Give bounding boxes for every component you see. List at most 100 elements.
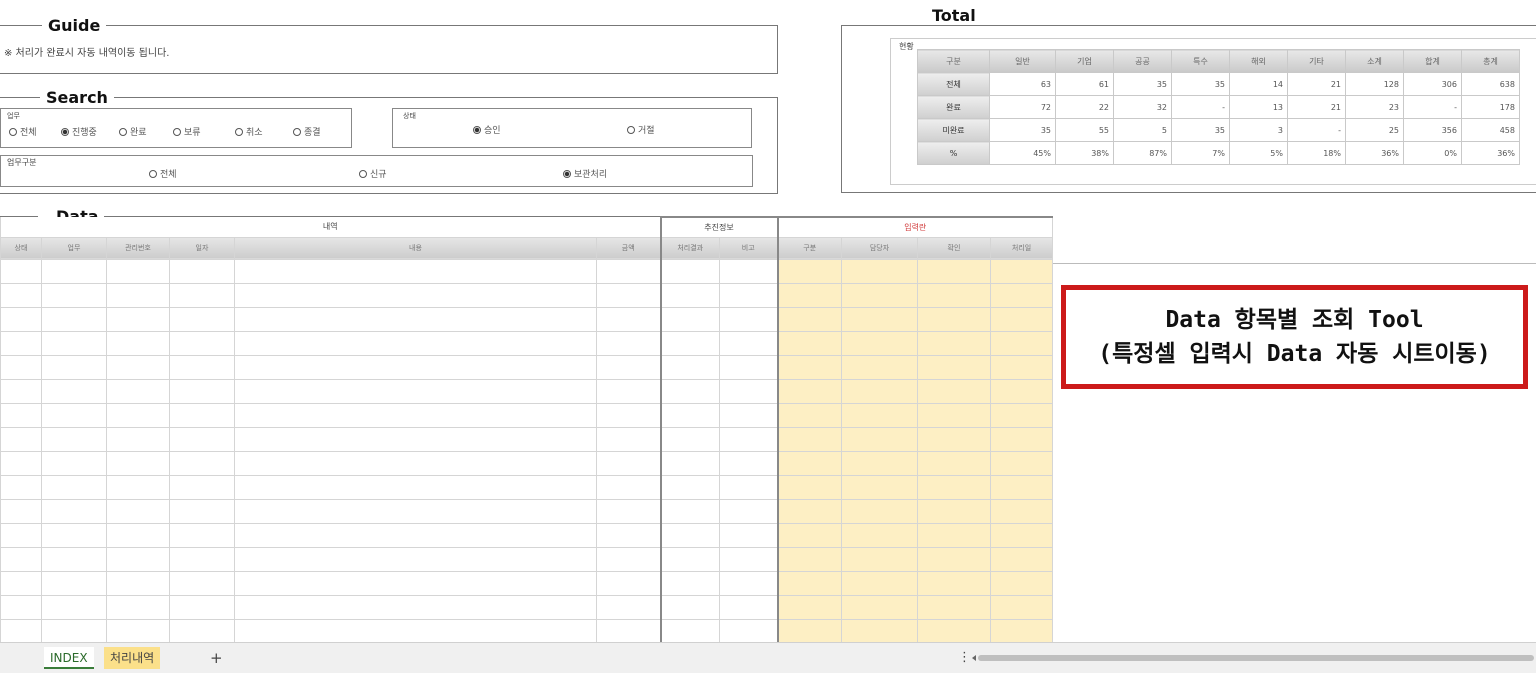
data-cell[interactable] <box>596 402 662 428</box>
data-cell[interactable] <box>169 546 235 572</box>
data-cell[interactable] <box>106 282 170 308</box>
data-cell[interactable] <box>41 594 107 620</box>
data-cell[interactable] <box>41 474 107 500</box>
data-cell[interactable] <box>719 546 779 572</box>
data-cell[interactable] <box>777 354 842 380</box>
data-cell[interactable] <box>777 282 842 308</box>
data-cell[interactable] <box>719 594 779 620</box>
horizontal-scrollbar[interactable] <box>972 655 1534 661</box>
data-cell[interactable] <box>917 450 991 476</box>
data-cell[interactable] <box>0 354 42 380</box>
data-cell[interactable] <box>917 282 991 308</box>
data-cell[interactable] <box>234 306 597 332</box>
data-cell[interactable] <box>41 426 107 452</box>
data-cell[interactable] <box>917 546 991 572</box>
total-cell[interactable]: 458 <box>1461 118 1520 142</box>
total-cell[interactable]: 306 <box>1403 72 1462 96</box>
data-cell[interactable] <box>596 618 662 644</box>
total-cell[interactable]: 25 <box>1345 118 1404 142</box>
data-cell[interactable] <box>990 450 1053 476</box>
data-cell[interactable] <box>777 450 842 476</box>
data-cell[interactable] <box>660 570 720 596</box>
data-cell[interactable] <box>106 474 170 500</box>
data-cell[interactable] <box>106 306 170 332</box>
data-cell[interactable] <box>169 306 235 332</box>
data-cell[interactable] <box>719 426 779 452</box>
data-cell[interactable] <box>917 474 991 500</box>
data-cell[interactable] <box>660 354 720 380</box>
data-cell[interactable] <box>106 330 170 356</box>
total-cell[interactable]: 35 <box>1171 72 1230 96</box>
data-cell[interactable] <box>917 426 991 452</box>
data-cell[interactable] <box>596 282 662 308</box>
data-cell[interactable] <box>660 450 720 476</box>
data-cell[interactable] <box>719 474 779 500</box>
data-cell[interactable] <box>234 282 597 308</box>
data-cell[interactable] <box>660 474 720 500</box>
data-cell[interactable] <box>777 618 842 644</box>
data-cell[interactable] <box>41 450 107 476</box>
data-cell[interactable] <box>660 402 720 428</box>
total-cell[interactable]: 22 <box>1055 95 1114 119</box>
data-cell[interactable] <box>169 450 235 476</box>
data-cell[interactable] <box>169 594 235 620</box>
data-cell[interactable] <box>777 474 842 500</box>
data-cell[interactable] <box>719 330 779 356</box>
data-cell[interactable] <box>990 354 1053 380</box>
data-cell[interactable] <box>841 522 918 548</box>
data-cell[interactable] <box>106 594 170 620</box>
data-cell[interactable] <box>0 618 42 644</box>
data-cell[interactable] <box>777 426 842 452</box>
data-cell[interactable] <box>596 594 662 620</box>
data-cell[interactable] <box>990 402 1053 428</box>
data-cell[interactable] <box>777 306 842 332</box>
data-cell[interactable] <box>169 618 235 644</box>
data-cell[interactable] <box>41 546 107 572</box>
data-cell[interactable] <box>169 522 235 548</box>
tab-index[interactable]: INDEX <box>44 647 94 669</box>
data-cell[interactable] <box>719 450 779 476</box>
data-cell[interactable] <box>990 306 1053 332</box>
data-cell[interactable] <box>234 426 597 452</box>
data-cell[interactable] <box>106 402 170 428</box>
data-cell[interactable] <box>990 570 1053 596</box>
data-cell[interactable] <box>234 498 597 524</box>
total-cell[interactable]: 7% <box>1171 141 1230 165</box>
data-cell[interactable] <box>777 522 842 548</box>
data-cell[interactable] <box>990 282 1053 308</box>
data-cell[interactable] <box>234 546 597 572</box>
search-group-3-option-2[interactable]: 보관처리 <box>563 167 607 180</box>
data-cell[interactable] <box>0 546 42 572</box>
search-group-2-option-0[interactable]: 승인 <box>473 123 501 136</box>
data-cell[interactable] <box>41 498 107 524</box>
data-cell[interactable] <box>234 450 597 476</box>
data-cell[interactable] <box>596 378 662 404</box>
data-cell[interactable] <box>777 498 842 524</box>
data-cell[interactable] <box>596 426 662 452</box>
data-cell[interactable] <box>841 450 918 476</box>
data-cell[interactable] <box>169 330 235 356</box>
search-group-3-option-1[interactable]: 신규 <box>359 167 387 180</box>
total-cell[interactable]: 87% <box>1113 141 1172 165</box>
tab-processing-history[interactable]: 처리내역 <box>104 647 161 669</box>
total-cell[interactable]: - <box>1403 95 1462 119</box>
data-cell[interactable] <box>41 258 107 284</box>
data-cell[interactable] <box>106 498 170 524</box>
total-cell[interactable]: 5% <box>1229 141 1288 165</box>
total-cell[interactable]: 32 <box>1113 95 1172 119</box>
data-cell[interactable] <box>41 354 107 380</box>
total-cell[interactable]: 21 <box>1287 95 1346 119</box>
total-cell[interactable]: 128 <box>1345 72 1404 96</box>
data-cell[interactable] <box>169 282 235 308</box>
data-cell[interactable] <box>660 282 720 308</box>
data-cell[interactable] <box>841 402 918 428</box>
data-cell[interactable] <box>169 426 235 452</box>
data-cell[interactable] <box>169 354 235 380</box>
data-cell[interactable] <box>41 402 107 428</box>
data-cell[interactable] <box>41 618 107 644</box>
data-cell[interactable] <box>169 378 235 404</box>
data-cell[interactable] <box>841 570 918 596</box>
data-cell[interactable] <box>777 594 842 620</box>
data-cell[interactable] <box>0 426 42 452</box>
data-cell[interactable] <box>596 330 662 356</box>
